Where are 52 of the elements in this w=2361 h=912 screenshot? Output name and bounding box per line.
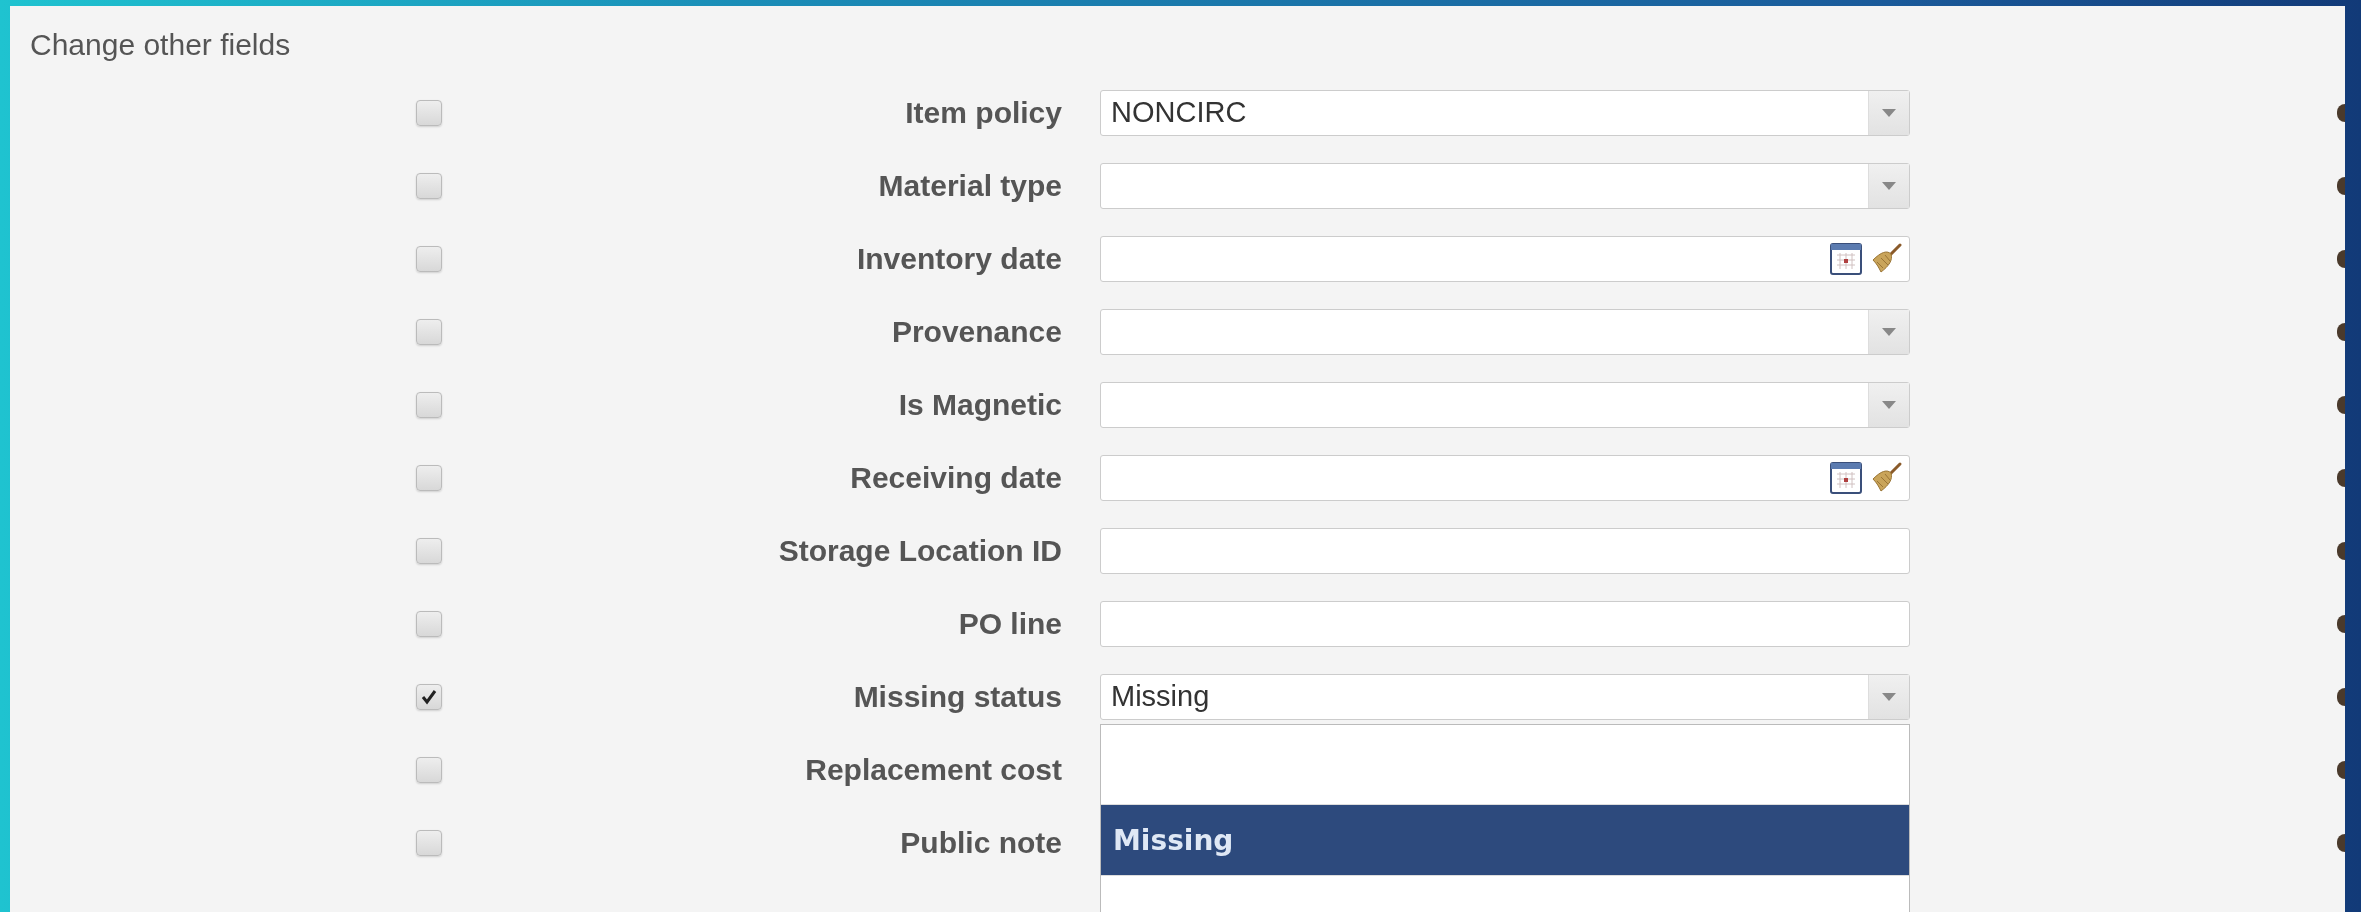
checkbox[interactable]: [416, 245, 442, 272]
select-field[interactable]: [1100, 308, 1910, 355]
field-label: PO line: [958, 606, 1062, 641]
calendar-icon[interactable]: [1829, 241, 1863, 276]
dropdown-option[interactable]: Missing: [1101, 804, 1909, 876]
field-label: Is Magnetic: [898, 387, 1062, 422]
field-label: Provenance: [891, 314, 1062, 349]
partial-icon: [2337, 614, 2345, 633]
field-label: Missing status: [853, 679, 1062, 714]
dropdown-arrow-icon: [1882, 327, 1896, 336]
dropdown-arrow-icon: [1882, 400, 1896, 409]
checkbox[interactable]: [416, 829, 442, 856]
partial-icon: [2337, 176, 2345, 195]
checkbox[interactable]: [416, 683, 442, 710]
dropdown-arrow-icon: [1882, 108, 1896, 117]
checkbox[interactable]: [416, 537, 442, 564]
text-field[interactable]: [1100, 600, 1910, 647]
field-label: Item policy: [905, 95, 1062, 130]
partial-icon: [2337, 760, 2345, 779]
checkbox[interactable]: [416, 464, 442, 491]
check-icon: [420, 687, 438, 706]
calendar-icon[interactable]: [1829, 460, 1863, 495]
dropdown-arrow-icon: [1882, 181, 1896, 190]
partial-icon: [2337, 541, 2345, 560]
partial-icon: [2337, 395, 2345, 414]
field-label: Storage Location ID: [778, 533, 1062, 568]
checkbox[interactable]: [416, 99, 442, 126]
date-field[interactable]: [1100, 454, 1910, 501]
checkbox[interactable]: [416, 172, 442, 199]
select-field[interactable]: [1100, 381, 1910, 428]
partial-icon: [2337, 103, 2345, 122]
field-label: Public note: [900, 825, 1062, 860]
field-label: Receiving date: [850, 460, 1062, 495]
partial-icon: [2337, 322, 2345, 341]
field-label: Replacement cost: [805, 752, 1062, 787]
text-field[interactable]: [1100, 527, 1910, 574]
field-label: Inventory date: [856, 241, 1062, 276]
partial-icon: [2337, 687, 2345, 706]
select-field[interactable]: [1100, 162, 1910, 209]
select-field[interactable]: NONCIRC: [1100, 89, 1910, 136]
section-heading: Change other fields: [30, 28, 292, 62]
checkbox[interactable]: [416, 318, 442, 345]
select-field[interactable]: Missing: [1100, 673, 1910, 720]
partial-icon: [2337, 249, 2345, 268]
dropdown-arrow-icon: [1882, 692, 1896, 701]
date-field[interactable]: [1100, 235, 1910, 282]
field-label: Material type: [878, 168, 1062, 203]
checkbox[interactable]: [416, 610, 442, 637]
partial-icon: [2337, 833, 2345, 852]
partial-icon: [2337, 468, 2345, 487]
checkbox[interactable]: [416, 391, 442, 418]
checkbox[interactable]: [416, 756, 442, 783]
